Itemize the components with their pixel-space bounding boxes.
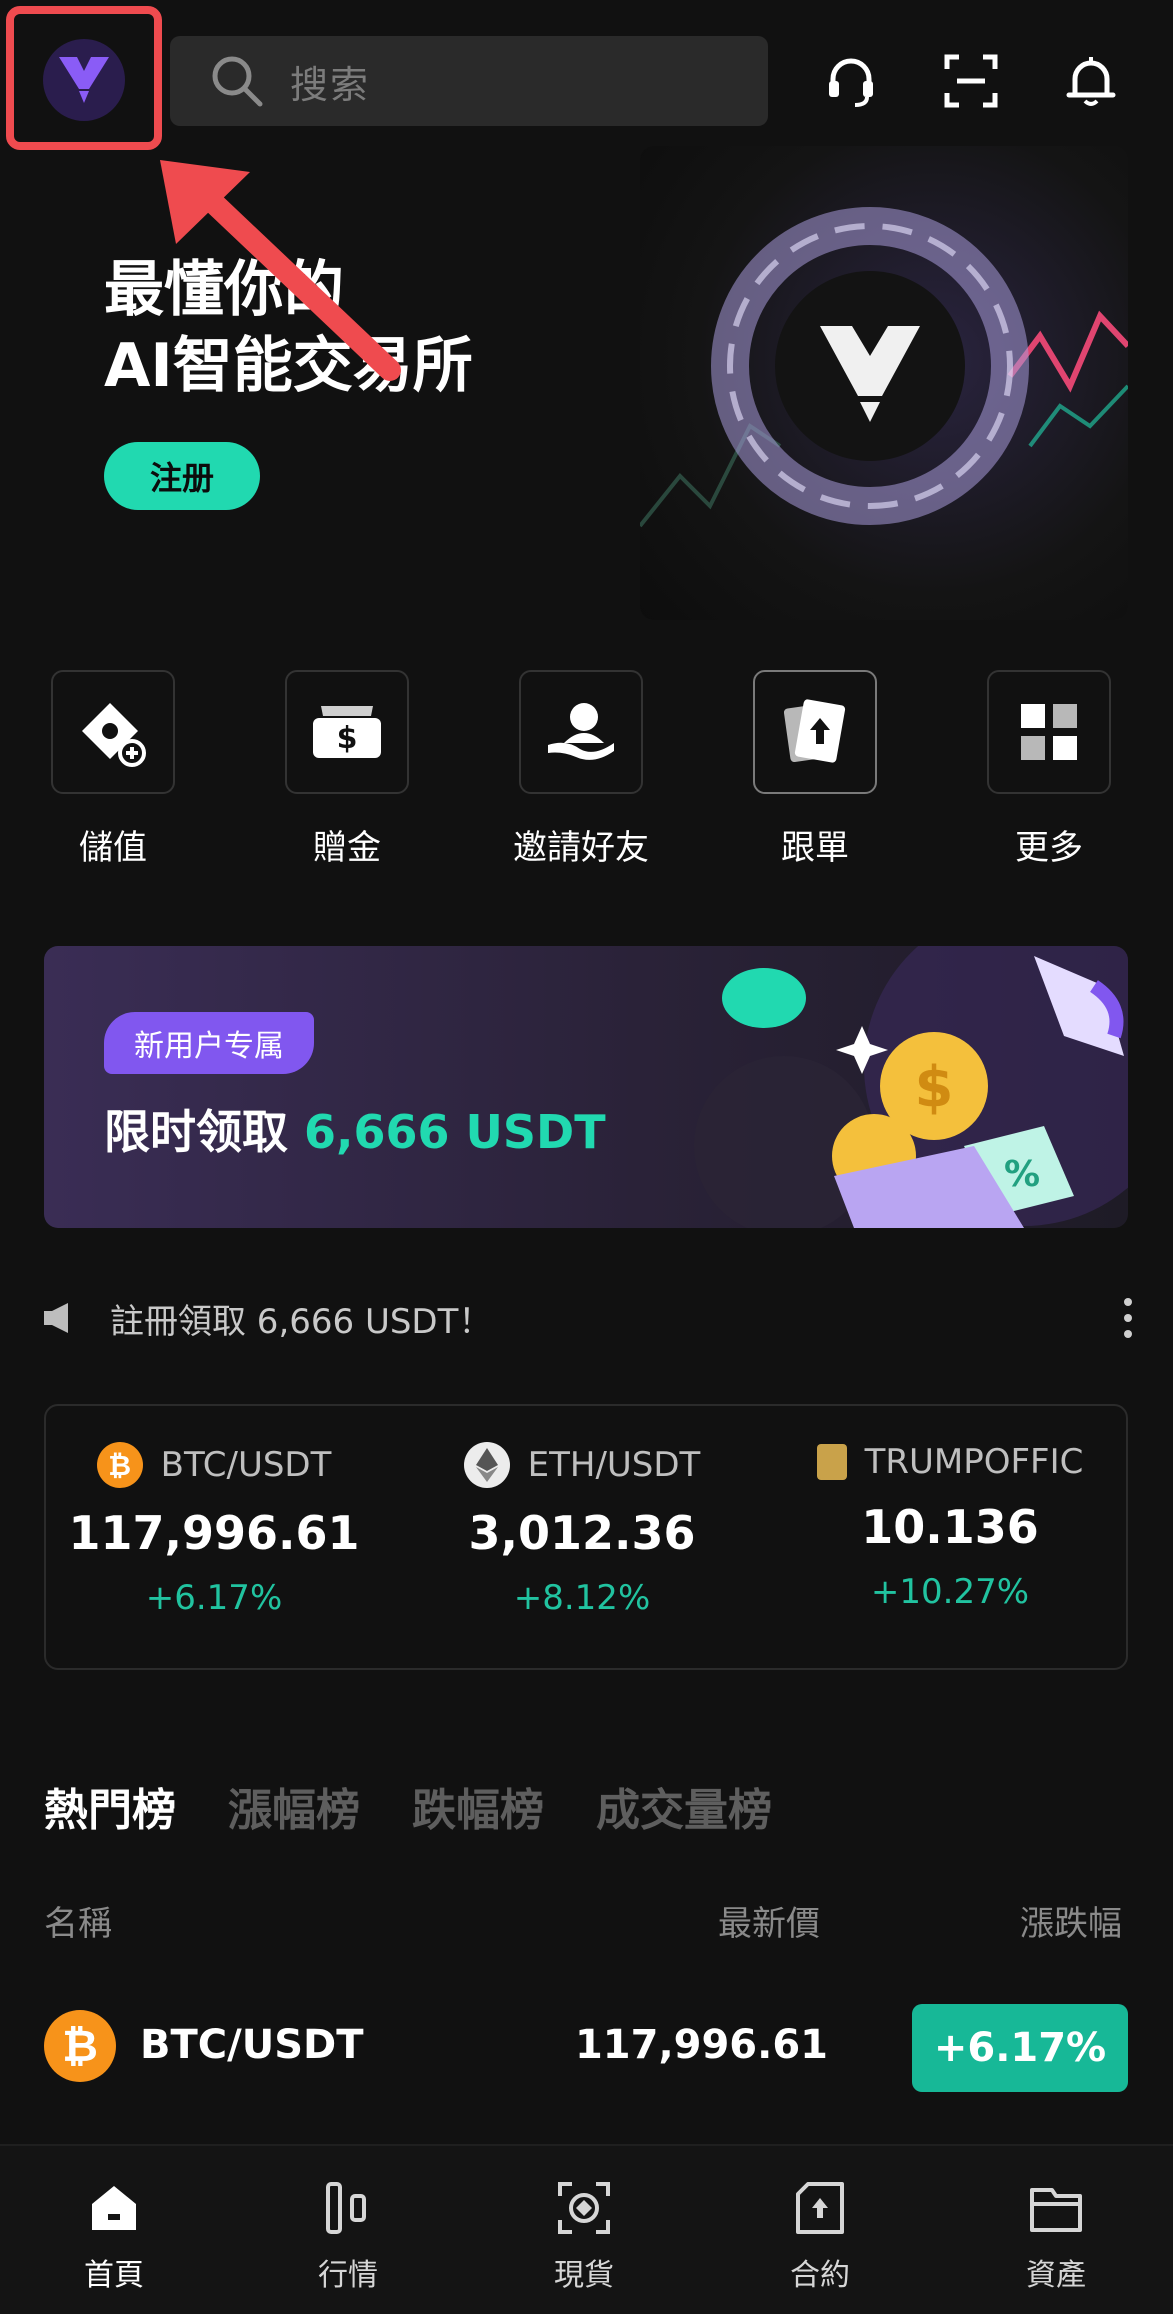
column-header-price: 最新價 <box>718 1904 820 1944</box>
ranking-tabs: 熱門榜 漲幅榜 跌幅榜 成交量榜 <box>44 1774 824 1838</box>
headset-icon <box>829 58 873 107</box>
row-change-badge: +6.17% <box>912 2004 1128 2092</box>
ticker-item-btc[interactable]: ₿ BTC/USDT 117,996.61 +6.17% <box>46 1442 394 1618</box>
nav-market[interactable]: 行情 <box>288 2176 408 2294</box>
notification-button[interactable] <box>1056 46 1126 116</box>
quick-action-more[interactable]: 更多 <box>986 670 1112 869</box>
hero-illustration <box>640 146 1128 620</box>
nav-label: 行情 <box>318 2258 378 2293</box>
promo-badge: 新用户专属 <box>104 1012 314 1074</box>
btc-icon: ₿ <box>96 1442 143 1488</box>
ticker-item-trump[interactable]: TRUMPOFFIC 10.136 +10.27% <box>770 1442 1126 1612</box>
table-row[interactable]: ₿ BTC/USDT 117,996.61 +6.17% <box>44 2004 1128 2092</box>
scan-icon <box>944 54 998 108</box>
nav-assets[interactable]: 資產 <box>996 2176 1116 2294</box>
promo-text-prefix: 限时领取 <box>104 1105 305 1159</box>
quick-action-label: 跟單 <box>781 828 849 868</box>
promo-illustration: $ % <box>694 946 1128 1228</box>
btc-icon: ₿ <box>44 2010 116 2082</box>
trump-coin-icon <box>816 1444 847 1480</box>
tab-gainers[interactable]: 漲幅榜 <box>228 1774 360 1838</box>
ticker-change: +6.17% <box>145 1578 283 1618</box>
search-bar[interactable]: 搜索 <box>170 36 768 126</box>
bottom-nav: 首頁 行情 現貨 合約 資產 <box>0 2144 1173 2314</box>
nav-contract[interactable]: 合約 <box>760 2176 880 2294</box>
announcement-bar[interactable]: 註冊領取 6,666 USDT！ <box>44 1290 1134 1346</box>
ticker-pair: ETH/USDT <box>527 1445 701 1485</box>
spot-icon <box>552 2176 616 2240</box>
nav-label: 合約 <box>790 2258 850 2293</box>
svg-text:$: $ <box>915 1055 954 1120</box>
quick-action-label: 邀請好友 <box>513 828 649 868</box>
invite-icon <box>519 670 643 794</box>
tab-volume[interactable]: 成交量榜 <box>596 1774 772 1838</box>
quick-action-deposit[interactable]: 儲值 <box>50 670 176 869</box>
promo-text-amount: 6,666 USDT <box>304 1105 606 1159</box>
more-grid-icon <box>987 670 1111 794</box>
quick-action-bonus[interactable]: $ 贈金 <box>284 670 410 869</box>
ticker-change: +10.27% <box>870 1572 1030 1612</box>
wallet-icon <box>1024 2176 1088 2240</box>
more-vertical-icon[interactable] <box>1122 1296 1134 1340</box>
bonus-icon: $ <box>285 670 409 794</box>
ticker-price: 10.136 <box>861 1500 1039 1554</box>
scan-button[interactable] <box>936 46 1006 116</box>
deposit-icon <box>51 670 175 794</box>
nav-label: 首頁 <box>84 2258 144 2293</box>
ticker-price: 3,012.36 <box>468 1506 696 1560</box>
nav-home[interactable]: 首頁 <box>54 2176 174 2294</box>
svg-text:%: % <box>1004 1154 1040 1195</box>
app-logo[interactable] <box>43 39 125 121</box>
promo-text: 限时领取 6,666 USDT <box>104 1096 606 1162</box>
register-button[interactable]: 注册 <box>104 442 260 510</box>
market-icon <box>316 2176 380 2240</box>
copy-trade-icon <box>753 670 877 794</box>
ticker-change: +8.12% <box>513 1578 651 1618</box>
search-placeholder: 搜索 <box>290 62 371 107</box>
ticker-price: 117,996.61 <box>68 1506 360 1560</box>
bell-icon <box>1066 57 1116 106</box>
announcement-text: 註冊領取 6,666 USDT！ <box>110 1301 493 1342</box>
annotation-arrow <box>160 160 401 381</box>
column-header-change: 漲跌幅 <box>1020 1904 1122 1944</box>
ticker-card: ₿ BTC/USDT 117,996.61 +6.17% ETH/USDT 3,… <box>44 1404 1128 1670</box>
promo-banner[interactable]: $ % 新用户专属 限时领取 6,666 USDT <box>44 946 1128 1228</box>
quick-action-label: 更多 <box>1015 828 1083 868</box>
contract-icon <box>788 2176 852 2240</box>
svg-text:$: $ <box>337 721 358 756</box>
row-pair: BTC/USDT <box>140 2022 364 2068</box>
column-header-name: 名稱 <box>44 1904 112 1944</box>
nav-spot[interactable]: 現貨 <box>524 2176 644 2294</box>
quick-action-label: 儲值 <box>79 828 147 868</box>
tab-hot[interactable]: 熱門榜 <box>44 1774 176 1838</box>
nav-label: 現貨 <box>554 2258 614 2293</box>
quick-action-invite[interactable]: 邀請好友 <box>513 670 649 869</box>
ticker-item-eth[interactable]: ETH/USDT 3,012.36 +8.12% <box>402 1442 762 1618</box>
ticker-pair: BTC/USDT <box>160 1445 332 1485</box>
support-button[interactable] <box>816 46 886 116</box>
nav-label: 資產 <box>1026 2258 1086 2293</box>
search-icon <box>212 56 263 107</box>
logo-icon <box>59 57 109 103</box>
row-price: 117,996.61 <box>574 2022 828 2068</box>
ticker-pair: TRUMPOFFIC <box>864 1442 1084 1482</box>
speaker-icon <box>44 1303 68 1333</box>
eth-icon <box>463 1442 510 1488</box>
quick-action-copy-trade[interactable]: 跟單 <box>752 670 878 869</box>
tab-losers[interactable]: 跌幅榜 <box>412 1774 544 1838</box>
quick-action-label: 贈金 <box>313 828 381 868</box>
home-icon <box>82 2176 146 2240</box>
